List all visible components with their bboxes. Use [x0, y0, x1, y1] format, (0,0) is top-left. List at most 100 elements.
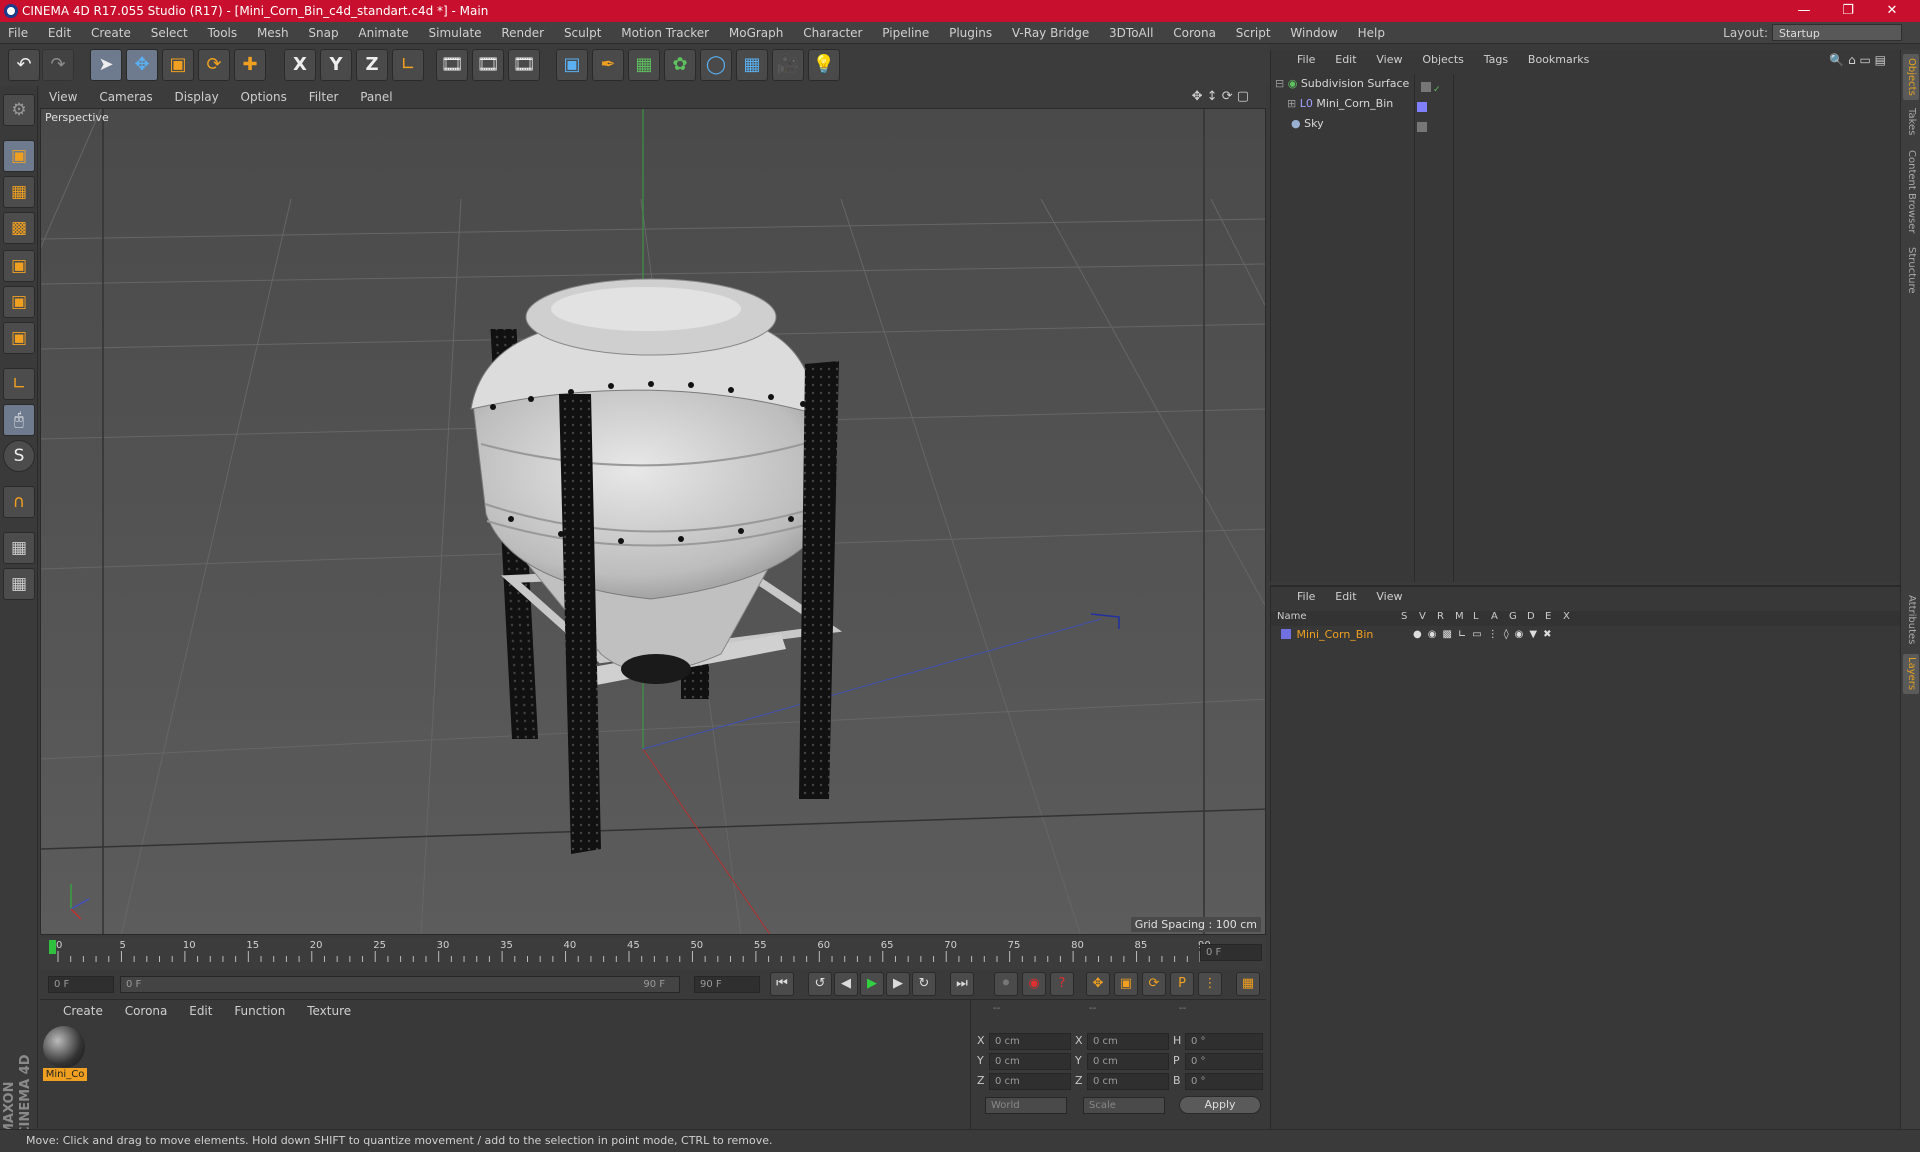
previous-key-icon[interactable]: ↺ [808, 972, 832, 996]
cube-primitive-icon[interactable]: ▣ [556, 49, 588, 81]
obj-menu-tags[interactable]: Tags [1476, 50, 1516, 70]
y-axis-lock-button[interactable]: Y [320, 49, 352, 81]
solo-mode-icon[interactable]: S [3, 440, 35, 472]
menu-plugins[interactable]: Plugins [941, 22, 1000, 44]
obj-menu-view[interactable]: View [1368, 50, 1410, 70]
close-icon[interactable]: ✕ [1870, 0, 1914, 22]
menu-window[interactable]: Window [1282, 22, 1345, 44]
layer-menu-file[interactable]: File [1289, 587, 1323, 607]
render-settings-icon[interactable]: 🎞 [508, 49, 540, 81]
material-menu-texture[interactable]: Texture [298, 1000, 360, 1022]
apply-button[interactable]: Apply [1179, 1096, 1261, 1114]
tab-attributes[interactable]: Attributes [1903, 590, 1919, 650]
key-parameter-icon[interactable]: P [1170, 972, 1194, 996]
coord-system-select[interactable]: World [985, 1097, 1067, 1114]
z-axis-lock-button[interactable]: Z [356, 49, 388, 81]
layer-row[interactable]: Mini_Corn_Bin ●◉▩∟▭⋮◊◉▼✖ [1281, 627, 1901, 643]
menu-3dtoall[interactable]: 3DToAll [1101, 22, 1161, 44]
current-frame-field[interactable]: 0 F [1200, 944, 1262, 961]
material-menu-corona[interactable]: Corona [116, 1000, 177, 1022]
deformer-icon[interactable]: ◯ [700, 49, 732, 81]
polygons-mode-icon[interactable]: ▣ [3, 322, 35, 354]
timeline-window-icon[interactable]: ▦ [1236, 972, 1260, 996]
tweak-mode-icon[interactable]: 🖰 [3, 404, 35, 436]
menu-sculpt[interactable]: Sculpt [556, 22, 609, 44]
menu-motion-tracker[interactable]: Motion Tracker [613, 22, 717, 44]
autokey-icon[interactable]: ◉ [1022, 972, 1046, 996]
next-frame-icon[interactable]: ▶ [886, 972, 910, 996]
material-menu-create[interactable]: Create [54, 1000, 112, 1022]
redo-icon[interactable]: ↷ [42, 49, 74, 81]
undo-icon[interactable]: ↶ [8, 49, 40, 81]
previous-frame-icon[interactable]: ◀ [834, 972, 858, 996]
coordinate-system-icon[interactable]: ∟ [392, 49, 424, 81]
frame-range-slider[interactable]: 0 F 90 F [120, 976, 680, 993]
start-frame-field[interactable]: 0 F [48, 976, 114, 993]
tab-takes[interactable]: Takes [1903, 104, 1919, 140]
viewport-menu-panel[interactable]: Panel [351, 86, 401, 108]
light-icon[interactable]: 💡 [808, 49, 840, 81]
obj-search-home-icons[interactable]: 🔍 ⌂ ▭ ▤ [1821, 50, 1894, 70]
perspective-viewport[interactable]: Perspective Grid Spacing : 100 cm [40, 108, 1266, 935]
tab-content-browser[interactable]: Content Browser [1903, 146, 1919, 238]
timeline-ruler[interactable]: 051015202530354045505560657075808590 0 F [40, 937, 1266, 969]
key-position-icon[interactable]: ✥ [1086, 972, 1110, 996]
make-editable-icon[interactable]: ⚙ [3, 94, 35, 126]
menu-snap[interactable]: Snap [300, 22, 346, 44]
menu-vray-bridge[interactable]: V-Ray Bridge [1004, 22, 1097, 44]
end-frame-field[interactable]: 90 F [694, 976, 760, 993]
tab-layers[interactable]: Layers [1903, 654, 1919, 694]
menu-simulate[interactable]: Simulate [421, 22, 490, 44]
menu-script[interactable]: Script [1228, 22, 1279, 44]
recent-tool-icon[interactable]: ✚ [234, 49, 266, 81]
key-rotation-icon[interactable]: ⟳ [1142, 972, 1166, 996]
layer-menu-edit[interactable]: Edit [1327, 587, 1364, 607]
viewport-menu-display[interactable]: Display [165, 86, 227, 108]
next-key-icon[interactable]: ↻ [912, 972, 936, 996]
axis-mode-icon[interactable]: ∟ [3, 368, 35, 400]
render-picture-viewer-icon[interactable]: 🎞 [472, 49, 504, 81]
coord-y-size-field[interactable]: 0 cm [1087, 1053, 1169, 1070]
floor-environment-icon[interactable]: ▦ [736, 49, 768, 81]
coord-size-mode-select[interactable]: Scale [1083, 1097, 1165, 1114]
menu-character[interactable]: Character [795, 22, 870, 44]
object-row[interactable]: ● Sky [1291, 114, 1911, 134]
minimize-icon[interactable]: — [1782, 0, 1826, 22]
viewport-menu-filter[interactable]: Filter [300, 86, 348, 108]
obj-menu-edit[interactable]: Edit [1327, 50, 1364, 70]
menu-create[interactable]: Create [83, 22, 139, 44]
go-to-start-icon[interactable]: ⏮ [770, 972, 794, 996]
coord-p-rotation-field[interactable]: 0 ° [1185, 1053, 1263, 1070]
coord-h-rotation-field[interactable]: 0 ° [1185, 1033, 1263, 1050]
layout-select[interactable]: Startup [1772, 24, 1902, 41]
coord-x-size-field[interactable]: 0 cm [1087, 1033, 1169, 1050]
menu-corona[interactable]: Corona [1165, 22, 1224, 44]
menu-render[interactable]: Render [493, 22, 552, 44]
obj-menu-file[interactable]: File [1289, 50, 1323, 70]
tab-structure[interactable]: Structure [1903, 244, 1919, 296]
obj-menu-objects[interactable]: Objects [1414, 50, 1472, 70]
key-pla-icon[interactable]: ⋮ [1198, 972, 1222, 996]
coord-x-position-field[interactable]: 0 cm [989, 1033, 1071, 1050]
material-menu-function[interactable]: Function [225, 1000, 294, 1022]
mograph-cloner-icon[interactable]: ✿ [664, 49, 696, 81]
key-scale-icon[interactable]: ▣ [1114, 972, 1138, 996]
record-keys-icon[interactable]: ⚫ [994, 972, 1018, 996]
play-icon[interactable]: ▶ [860, 972, 884, 996]
object-row[interactable]: ⊞ L0 Mini_Corn_Bin [1287, 94, 1907, 114]
viewport-scene[interactable] [41, 109, 1266, 935]
go-to-end-icon[interactable]: ⏭ [950, 972, 974, 996]
menu-animate[interactable]: Animate [350, 22, 416, 44]
menu-pipeline[interactable]: Pipeline [874, 22, 937, 44]
move-tool-icon[interactable]: ✥ [126, 49, 158, 81]
workplane-lock-icon[interactable]: ▦ [3, 532, 35, 564]
restore-icon[interactable]: ❐ [1826, 0, 1870, 22]
snap-magnet-icon[interactable]: ∩ [3, 486, 35, 518]
rotate-tool-icon[interactable]: ⟳ [198, 49, 230, 81]
camera-icon[interactable]: 🎥 [772, 49, 804, 81]
points-mode-icon[interactable]: ▣ [3, 250, 35, 282]
spline-pen-icon[interactable]: ✒ [592, 49, 624, 81]
playhead-marker[interactable] [49, 940, 56, 954]
select-cursor-icon[interactable]: ➤ [90, 49, 122, 81]
viewport-menu-view[interactable]: View [40, 86, 86, 108]
